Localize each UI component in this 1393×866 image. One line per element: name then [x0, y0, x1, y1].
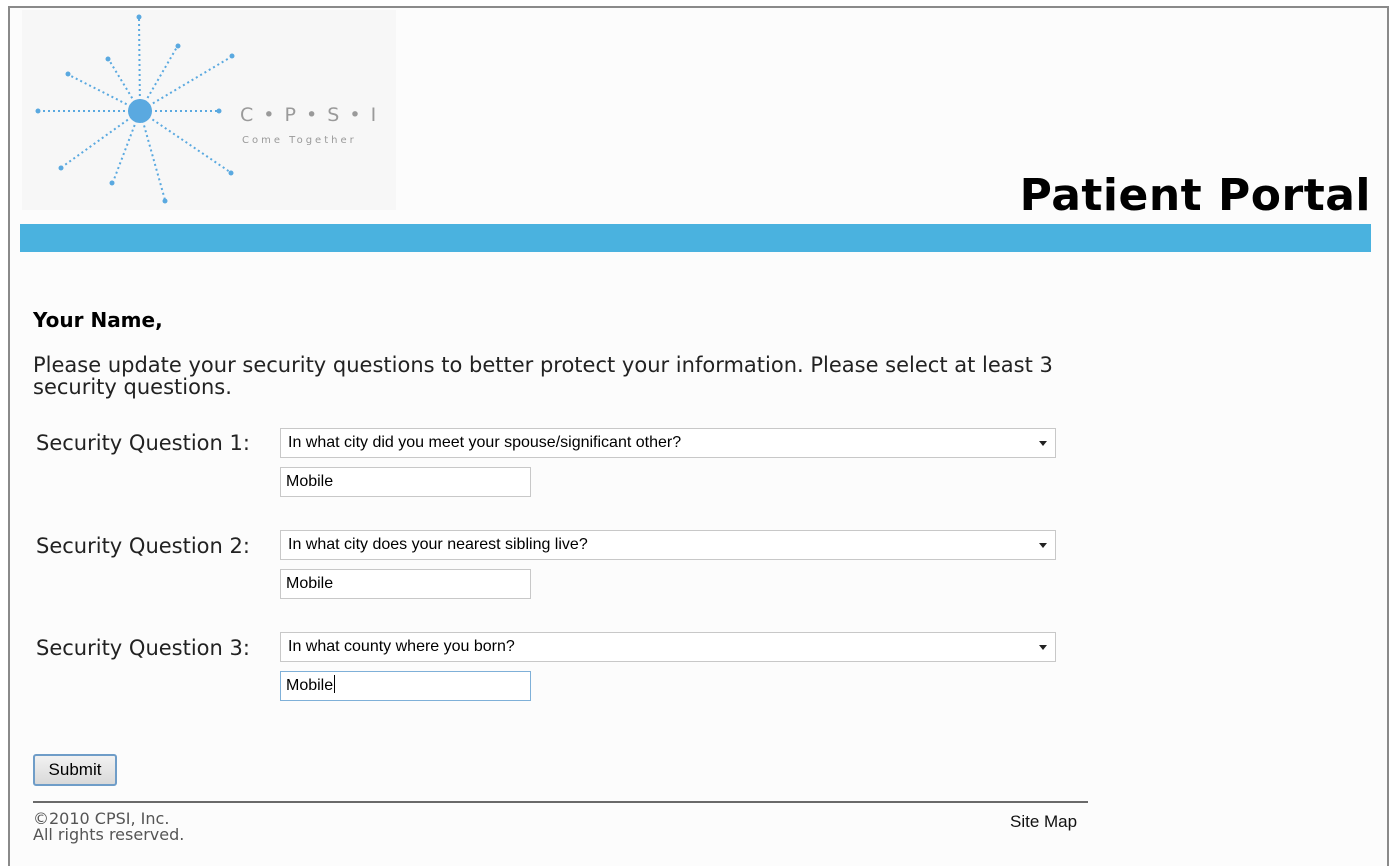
- security-answer-3-input[interactable]: Mobile: [280, 671, 531, 701]
- security-answer-1-input[interactable]: Mobile: [280, 467, 531, 497]
- security-question-3-value: In what county where you born?: [288, 638, 515, 655]
- security-question-2-select[interactable]: In what city does your nearest sibling l…: [280, 530, 1056, 560]
- security-question-1-select[interactable]: In what city did you meet your spouse/si…: [280, 428, 1056, 458]
- footer-divider: [33, 801, 1088, 803]
- security-question-3-select[interactable]: In what county where you born?: [280, 632, 1056, 662]
- page-title: Patient Portal: [1019, 170, 1371, 221]
- header-accent-bar: [20, 224, 1371, 252]
- security-question-1-label: Security Question 1:: [36, 431, 250, 455]
- copyright-line-2: All rights reserved.: [33, 825, 185, 844]
- dropdown-caret-icon: [1039, 645, 1047, 650]
- copyright: ©2010 CPSI, Inc. All rights reserved.: [33, 811, 184, 843]
- submit-button[interactable]: Submit: [33, 754, 117, 786]
- cpsi-logo: C • P • S • I Come Together: [22, 10, 396, 210]
- dropdown-caret-icon: [1039, 441, 1047, 446]
- security-question-1-value: In what city did you meet your spouse/si…: [288, 434, 682, 451]
- security-question-2-label: Security Question 2:: [36, 534, 250, 558]
- security-answer-2-input[interactable]: Mobile: [280, 569, 531, 599]
- logo-wordmark: C • P • S • I: [240, 104, 379, 126]
- site-map-link[interactable]: Site Map: [1010, 812, 1077, 832]
- security-question-3-label: Security Question 3:: [36, 636, 250, 660]
- dropdown-caret-icon: [1039, 543, 1047, 548]
- security-question-2-value: In what city does your nearest sibling l…: [288, 536, 588, 553]
- user-greeting: Your Name,: [33, 308, 163, 332]
- security-answer-3-value: Mobile: [286, 677, 334, 694]
- logo-tagline: Come Together: [242, 135, 357, 146]
- intro-text: Please update your security questions to…: [33, 353, 1053, 399]
- text-cursor: [334, 675, 336, 693]
